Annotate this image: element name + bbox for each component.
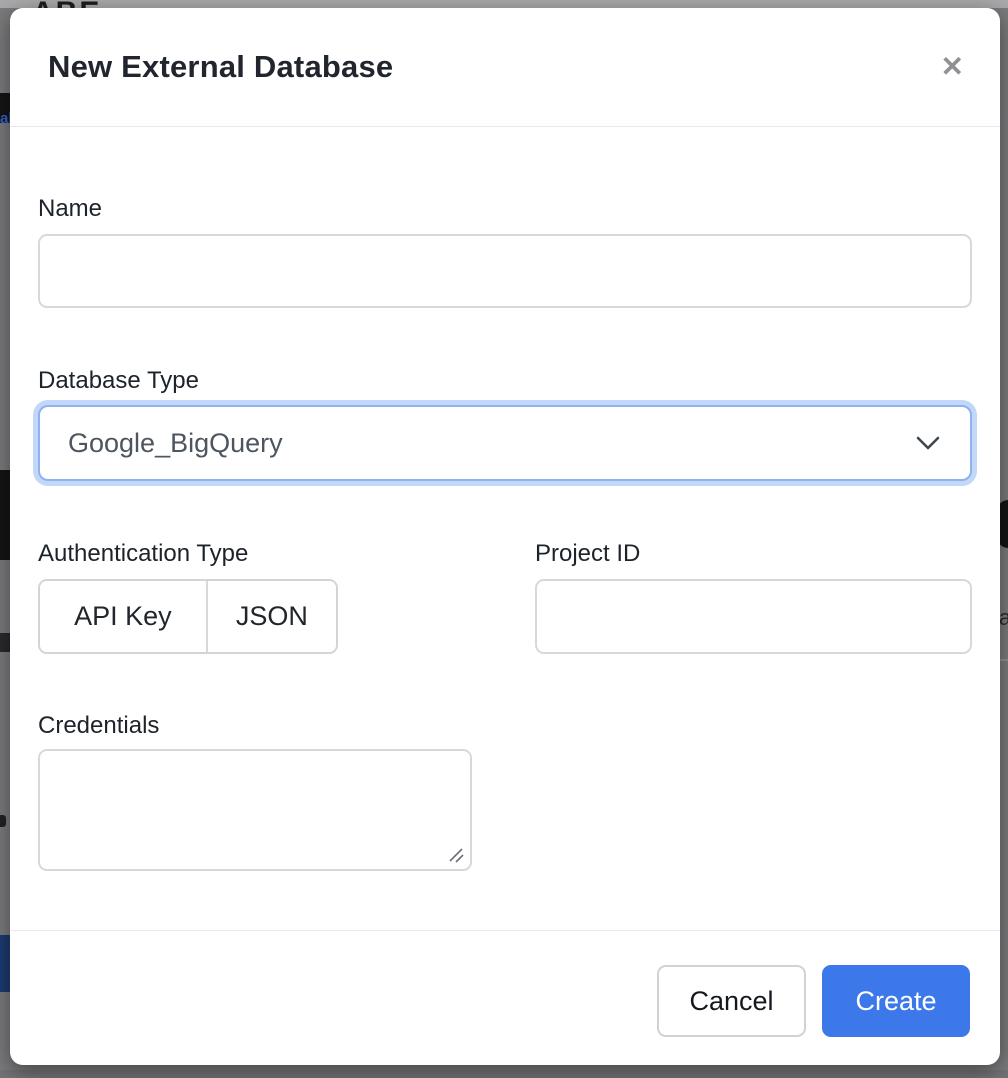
authentication-type-label: Authentication Type [38, 539, 535, 569]
auth-type-api-key-button[interactable]: API Key [40, 581, 206, 652]
new-external-database-dialog: New External Database ✕ Name Database Ty… [10, 8, 1000, 1065]
credentials-textarea-wrap [38, 749, 472, 871]
background-text-fragment: ABE [32, 0, 101, 8]
dialog-footer: Cancel Create [10, 930, 1000, 1065]
dialog-title: New External Database [48, 49, 393, 85]
close-icon[interactable]: ✕ [935, 47, 970, 87]
dialog-body: Name Database Type Google_BigQuery Authe… [10, 194, 1000, 871]
database-type-select[interactable]: Google_BigQuery [38, 405, 972, 481]
auth-type-button-group: API Key JSON [38, 579, 338, 654]
resize-handle-icon[interactable] [446, 845, 464, 863]
project-id-label: Project ID [535, 539, 972, 569]
background-divider-fragment [1000, 659, 1008, 661]
chevron-down-icon [916, 436, 940, 451]
background-fragment [0, 815, 6, 827]
name-input[interactable] [38, 234, 972, 308]
database-type-label: Database Type [38, 366, 972, 396]
background-fragment [0, 470, 10, 560]
cancel-button[interactable]: Cancel [657, 965, 806, 1037]
auth-type-column: Authentication Type API Key JSON [38, 539, 535, 654]
background-link-fragment: al [0, 110, 10, 123]
background-fragment [0, 935, 10, 992]
auth-type-json-button[interactable]: JSON [206, 581, 336, 652]
auth-project-row: Authentication Type API Key JSON Project… [38, 539, 972, 654]
name-label: Name [38, 194, 972, 224]
create-button[interactable]: Create [822, 965, 970, 1037]
background-page-bottom-strip [0, 1070, 1008, 1078]
project-id-input[interactable] [535, 579, 972, 654]
background-page-top-strip: ABE [0, 0, 1008, 8]
project-id-column: Project ID [535, 539, 972, 654]
background-fragment [0, 633, 10, 652]
credentials-label: Credentials [38, 711, 972, 741]
database-type-selected-value: Google_BigQuery [68, 428, 283, 459]
credentials-textarea[interactable] [38, 749, 472, 871]
background-text-fragment: a [999, 605, 1008, 629]
background-fragment [0, 93, 10, 111]
dialog-header: New External Database ✕ [10, 8, 1000, 127]
